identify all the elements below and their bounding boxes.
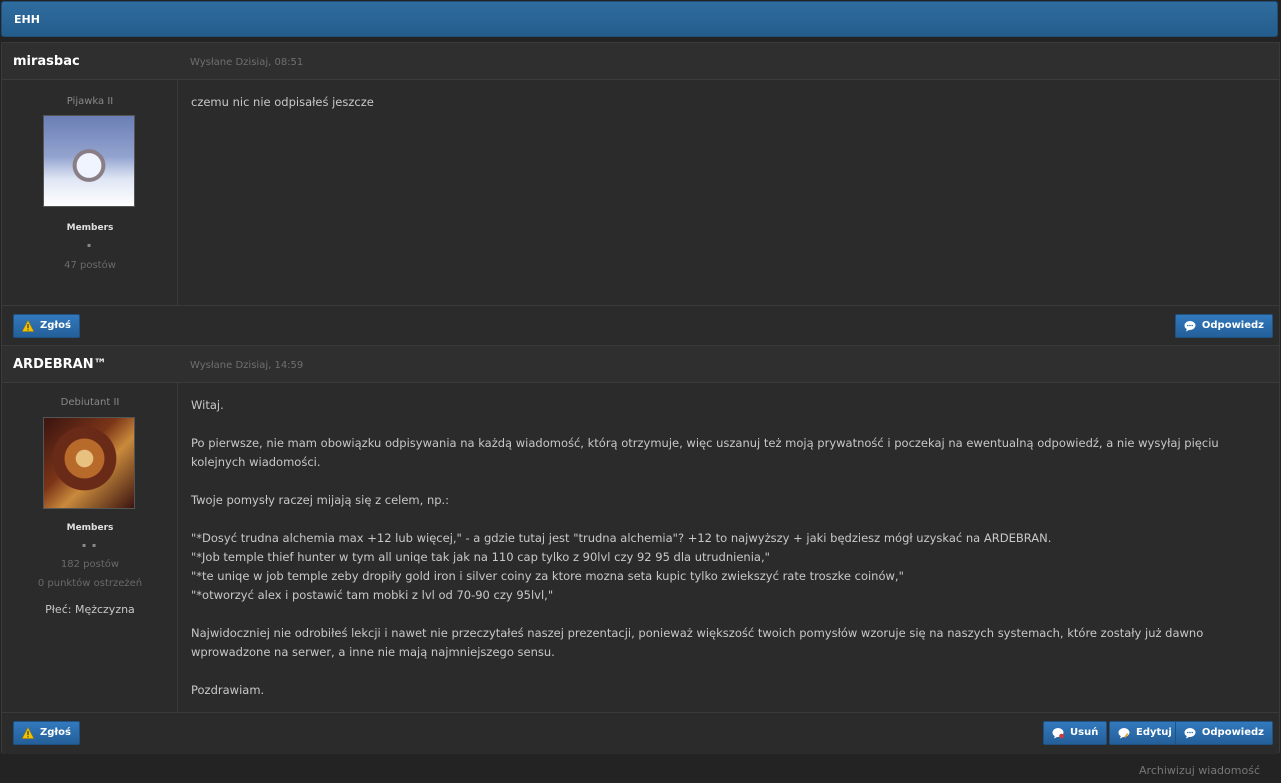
rank-pips: ▪ xyxy=(86,242,94,249)
post-header: mirasbac Wysłane Dzisiaj, 08:51 xyxy=(2,43,1279,80)
post-header: ARDEBRAN™ Wysłane Dzisiaj, 14:59 xyxy=(2,346,1279,383)
report-label: Zgłoś xyxy=(40,727,71,738)
speech-bubble-icon xyxy=(1184,321,1196,332)
reply-button[interactable]: Odpowiedz xyxy=(1174,314,1273,338)
delete-label: Usuń xyxy=(1070,727,1099,738)
speech-bubble-icon xyxy=(1184,728,1196,739)
post-content: czemu nic nie odpisałeś jeszcze xyxy=(191,93,1271,112)
edit-label: Edytuj xyxy=(1136,727,1172,738)
topic-title: EHH xyxy=(14,13,40,26)
user-group: Members xyxy=(66,523,114,533)
post-count: 182 postów xyxy=(60,559,120,570)
post-text: Najwidoczniej nie odrobiłeś lekcji i naw… xyxy=(191,626,1204,659)
post-author[interactable]: mirasbac xyxy=(13,54,80,69)
post-text: Po pierwsze, nie mam obowiązku odpisywan… xyxy=(191,436,1219,469)
avatar[interactable] xyxy=(43,115,135,207)
post: ARDEBRAN™ Wysłane Dzisiaj, 14:59 Debiuta… xyxy=(1,345,1280,754)
page: EHH mirasbac Wysłane Dzisiaj, 08:51 Pija… xyxy=(0,0,1281,783)
user-info: Pijawka II Members ▪ 47 postów xyxy=(2,80,178,305)
user-rank: Debiutant II xyxy=(60,397,120,408)
warning-points: 0 punktów ostrzeżeń xyxy=(37,578,143,589)
edit-bubble-icon xyxy=(1118,728,1130,739)
post-content: Witaj. Po pierwsze, nie mam obowiązku od… xyxy=(191,396,1271,700)
post-count: 47 postów xyxy=(64,260,116,271)
reply-label: Odpowiedz xyxy=(1201,320,1264,331)
reply-label: Odpowiedz xyxy=(1201,727,1264,738)
user-gender: Płeć: Mężczyzna xyxy=(45,603,135,616)
post-footer: Zgłoś Odpowiedz xyxy=(2,305,1279,347)
post-text: Pozdrawiam. xyxy=(191,683,265,697)
reply-button[interactable]: Odpowiedz xyxy=(1174,721,1273,745)
post-text: czemu nic nie odpisałeś jeszcze xyxy=(191,95,374,109)
post-date: Wysłane Dzisiaj, 14:59 xyxy=(190,360,304,371)
post-text: Witaj. xyxy=(191,398,224,412)
archive-link[interactable]: Archiwizuj wiadomość xyxy=(1139,764,1260,777)
delete-button[interactable]: Usuń xyxy=(1043,721,1108,745)
post-author[interactable]: ARDEBRAN™ xyxy=(13,357,107,372)
user-rank: Pijawka II xyxy=(66,96,114,107)
post-quote: "*Job temple thief hunter w tym all uniq… xyxy=(191,550,770,564)
warning-icon xyxy=(22,320,34,332)
post-date: Wysłane Dzisiaj, 08:51 xyxy=(190,57,304,68)
topic-header: EHH xyxy=(1,1,1278,37)
edit-button[interactable]: Edytuj xyxy=(1109,721,1181,745)
post-text: Twoje pomysły raczej mijają się z celem,… xyxy=(191,493,450,507)
post-quote: "*te uniqe w job temple zeby dropiły gol… xyxy=(191,569,904,583)
post-quote: "*otworzyć alex i postawić tam mobki z l… xyxy=(191,588,554,602)
report-button[interactable]: Zgłoś xyxy=(13,721,80,745)
delete-bubble-icon xyxy=(1052,728,1064,739)
report-button[interactable]: Zgłoś xyxy=(13,314,80,338)
post-footer: Zgłoś Usuń Edytuj Odpowiedz xyxy=(2,712,1279,754)
post-quote: "*Dosyć trudna alchemia max +12 lub więc… xyxy=(191,531,1052,545)
user-group: Members xyxy=(66,223,114,233)
post: mirasbac Wysłane Dzisiaj, 08:51 Pijawka … xyxy=(1,42,1280,347)
user-info: Debiutant II Members ▪ ▪ 182 postów 0 pu… xyxy=(2,383,178,712)
report-label: Zgłoś xyxy=(40,320,71,331)
warning-icon xyxy=(22,727,34,739)
rank-pips: ▪ ▪ xyxy=(81,542,99,549)
avatar[interactable] xyxy=(43,417,135,509)
